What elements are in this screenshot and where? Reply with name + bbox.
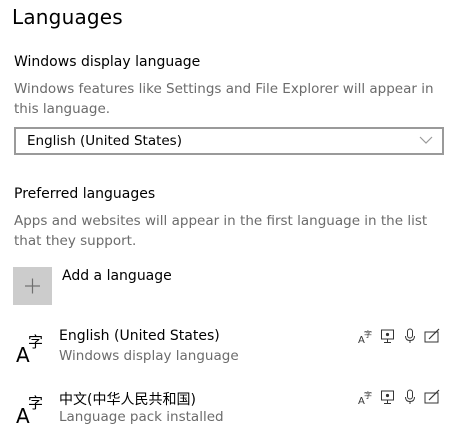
handwriting-icon [424,389,440,404]
svg-text:字: 字 [28,333,43,351]
handwriting-icon [424,328,440,343]
page-title: Languages [12,5,123,29]
svg-text:字: 字 [28,394,43,412]
language-name: 中文(中华人民共和国) [59,392,196,408]
preferred-languages-description: Apps and websites will appear in the fir… [14,213,428,249]
add-language-label[interactable]: Add a language [62,268,172,284]
microphone-icon [405,389,415,404]
language-icon: A 字 [16,394,43,425]
language-list-item[interactable]: A 字 中文(中华人民共和国) Language pack installed … [0,387,474,425]
display-language-icon: A 字 [358,329,372,344]
display-language-description: Windows features like Settings and File … [14,81,434,117]
language-settings-page: Languages Windows display language Windo… [0,0,474,425]
svg-text:字: 字 [364,329,372,339]
language-status: Language pack installed [59,409,224,425]
speech-recognition-icon [381,390,394,404]
language-status: Windows display language [59,348,239,364]
display-language-dropdown[interactable]: English (United States) [14,127,444,155]
display-language-selected: English (United States) [27,133,182,149]
add-language-button[interactable] [13,267,52,305]
chevron-down-icon [419,136,433,144]
language-icon: A 字 [16,333,43,367]
language-list-item[interactable]: A 字 English (United States) Windows disp… [0,326,474,372]
display-language-icon: A 字 [358,390,372,405]
speech-recognition-icon [381,329,394,343]
microphone-icon [405,328,415,343]
preferred-languages-heading: Preferred languages [14,186,156,202]
display-language-heading: Windows display language [14,54,201,70]
language-name: English (United States) [59,328,220,344]
svg-text:字: 字 [364,390,372,400]
plus-icon [25,278,40,294]
